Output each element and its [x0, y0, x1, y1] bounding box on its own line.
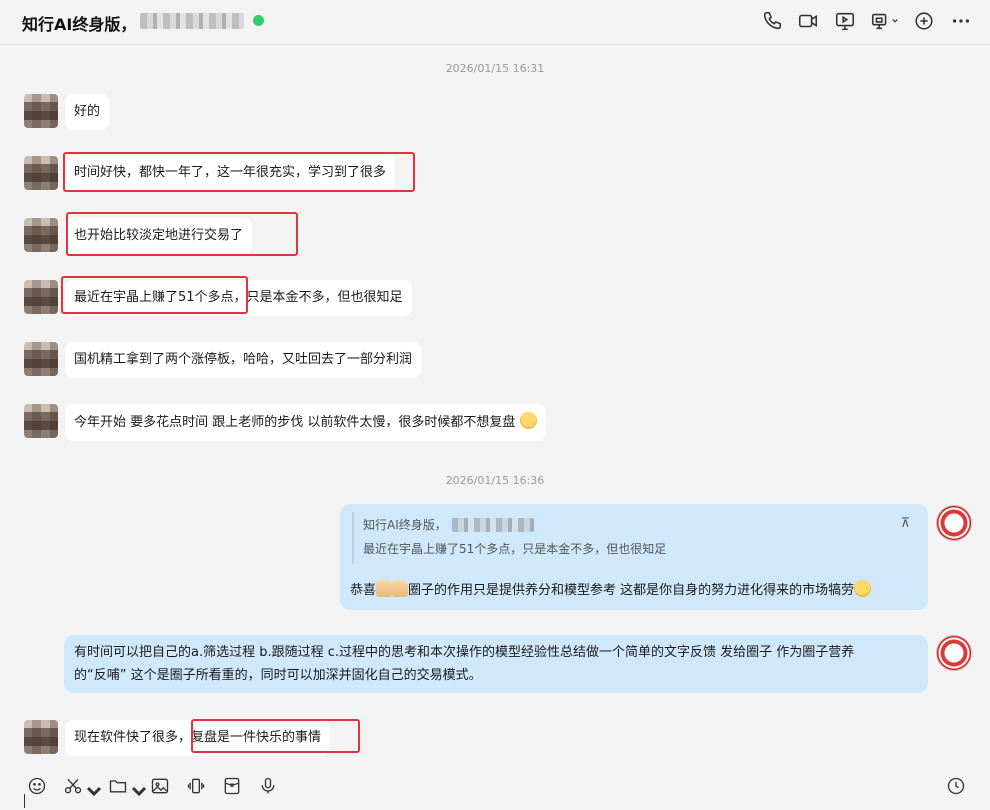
message-text: 今年开始 要多花点时间 跟上老师的步伐 以前软件太慢，很多时候都不想复盘	[74, 415, 516, 430]
text-cursor	[24, 794, 25, 808]
chat-title[interactable]: 知行AI终身版，	[22, 11, 136, 35]
quote-text: 最近在宇晶上赚了51个多点，只是本金不多，但也很知足	[363, 542, 667, 556]
message-bubble-mine[interactable]: 有时间可以把自己的a.筛选过程 b.跟随过程 c.过程中的思考和本次操作的模型经…	[64, 635, 928, 693]
message-bubble[interactable]: 今年开始 要多花点时间 跟上老师的步伐 以前软件太慢，很多时候都不想复盘	[65, 404, 546, 441]
thumbs-up-emoji-icon	[392, 580, 409, 597]
blurred-contact-name	[140, 13, 244, 29]
video-call-icon[interactable]	[797, 10, 819, 32]
my-avatar[interactable]	[936, 635, 972, 671]
add-member-icon[interactable]	[913, 10, 935, 32]
remote-desktop-icon[interactable]	[870, 10, 900, 32]
message-text: 圈子的作用只是提供养分和模型参考 这都是你自身的努力进化得来的市场犒劳	[408, 583, 855, 598]
avatar[interactable]	[24, 404, 58, 438]
grin-emoji-icon	[854, 580, 872, 597]
message-prefix: 恭喜	[350, 583, 377, 598]
highlight-box	[61, 276, 248, 314]
chat-header: 知行AI终身版，	[0, 0, 990, 45]
avatar[interactable]	[24, 342, 58, 376]
thumbs-up-emoji-icon	[376, 580, 393, 597]
quoted-message[interactable]: 知行AI终身版， 最近在宇晶上赚了51个多点，只是本金不多，但也很知足 ⊼	[352, 512, 914, 564]
microphone-icon[interactable]	[258, 776, 280, 798]
avatar[interactable]	[24, 156, 58, 190]
quote-sender: 知行AI终身版，	[363, 518, 447, 532]
message-line: 的“反哺” 这个是圈子所看重的，同时可以加深并固化自己的交易模式。	[74, 668, 482, 683]
scissors-icon[interactable]	[63, 776, 102, 798]
message-bubble[interactable]: 好的	[65, 94, 110, 130]
screen-share-icon[interactable]	[834, 10, 856, 32]
folder-icon[interactable]	[108, 776, 147, 798]
input-toolbar	[0, 762, 990, 810]
avatar[interactable]	[24, 280, 58, 314]
smile-emoji-icon	[519, 412, 537, 429]
message-text: ，只是本金不多，但也很知足	[233, 290, 403, 305]
image-icon[interactable]	[150, 776, 172, 798]
my-avatar[interactable]	[936, 505, 972, 541]
emoji-icon[interactable]	[27, 776, 49, 798]
timestamp: 2026/01/15 16:31	[445, 62, 545, 75]
shake-icon[interactable]	[186, 776, 208, 798]
message-bubble[interactable]: 国机精工拿到了两个涨停板，哈哈，又吐回去了一部分利润	[65, 342, 422, 378]
highlight-box	[63, 152, 415, 192]
more-icon[interactable]	[950, 10, 972, 32]
blurred-sender-name	[452, 518, 534, 532]
phone-icon[interactable]	[761, 10, 783, 32]
avatar[interactable]	[24, 218, 58, 252]
message-text: 现在软件快了很多，	[74, 730, 192, 745]
history-icon[interactable]	[946, 776, 968, 798]
red-packet-icon[interactable]	[222, 776, 244, 798]
message-line: 有时间可以把自己的a.筛选过程 b.跟随过程 c.过程中的思考和本次操作的模型经…	[74, 645, 855, 660]
message-content: 恭喜 圈子的作用只是提供养分和模型参考 这都是你自身的努力进化得来的市场犒劳	[350, 580, 872, 601]
timestamp: 2026/01/15 16:36	[445, 474, 545, 487]
highlight-box	[191, 719, 360, 753]
highlight-box	[66, 212, 298, 256]
collapse-quote-icon[interactable]: ⊼	[900, 516, 910, 531]
avatar[interactable]	[24, 94, 58, 128]
online-status-dot	[253, 15, 264, 26]
avatar[interactable]	[24, 720, 58, 754]
